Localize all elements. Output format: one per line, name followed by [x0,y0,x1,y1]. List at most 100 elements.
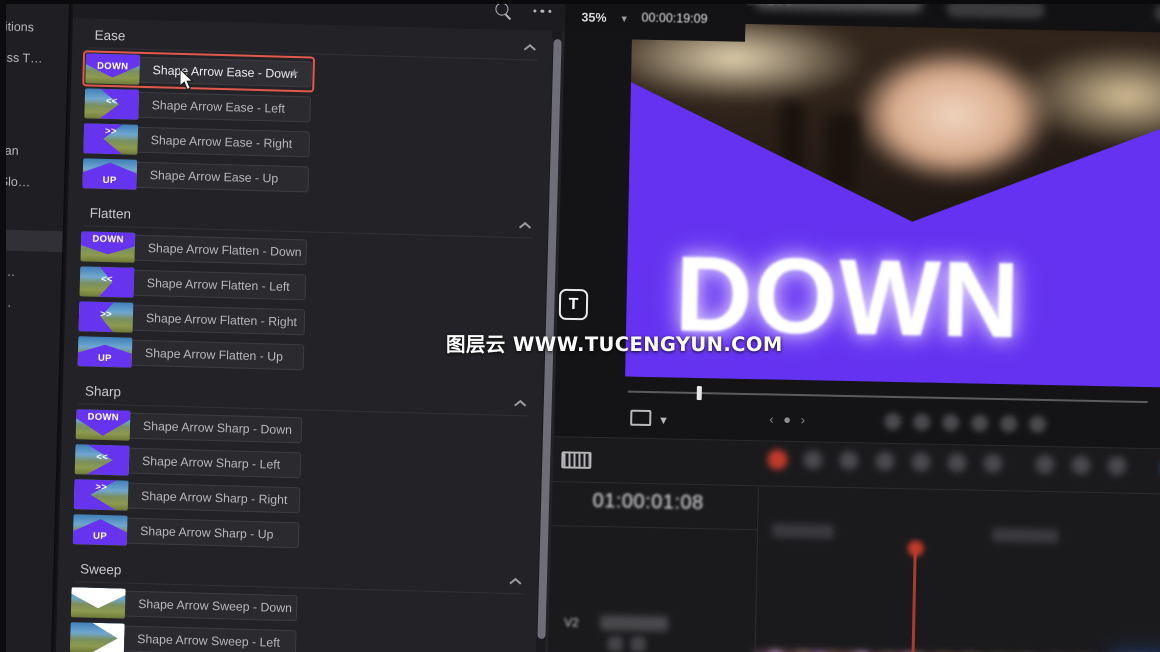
crop-icon[interactable] [630,409,652,427]
effect-item[interactable]: DOWN Shape Arrow Sharp - Down [75,409,303,445]
window-left-frame [0,0,6,652]
effect-name-box[interactable]: Shape Arrow Sharp - Left [126,447,302,479]
effect-item[interactable]: UP Shape Arrow Sharp - Up [72,514,300,550]
effect-item[interactable]: << Shape Arrow Ease - Left [84,88,311,124]
viewer-and-timeline-stage: GR ST F DOWN ▾ ‹ ● › [541,0,1160,652]
effect-thumbnail: >> [83,123,139,155]
chevron-up-icon[interactable] [514,397,525,408]
effect-item[interactable]: UP Shape Arrow Ease - Up [82,158,310,194]
preview-subject-detail-2 [824,113,859,191]
text-plus-tool-icon[interactable]: T [558,288,589,321]
effect-name-box[interactable]: Shape Arrow Flatten - Left [131,269,307,301]
chevron-up-icon[interactable] [518,219,529,230]
text-plus-glyph: T [568,295,579,313]
effect-name-box[interactable]: Shape Arrow Sweep - Left [121,625,297,652]
effect-thumbnail-label: UP [92,530,108,543]
timeline-right-buttons[interactable] [1035,454,1127,476]
timeline-clip-label-1[interactable] [771,523,835,539]
effect-item[interactable]: >> Shape Arrow Sharp - Right [73,479,301,515]
effect-name-box[interactable]: Shape Arrow Flatten - Up [129,339,305,371]
effects-group: Flatten DOWN Shape Arrow Flatten - Down << S… [63,196,548,387]
effect-name: Shape Arrow Ease - Right [150,133,293,151]
chevron-up-icon[interactable] [523,41,534,52]
timeline-tool-button[interactable] [803,450,823,470]
effect-item[interactable]: Shape Arrow Sweep - Down [70,587,298,623]
effect-name-box[interactable]: Shape Arrow Ease - Left [136,91,311,123]
effect-item[interactable]: DOWN Shape Arrow Ease - Down ★ [82,50,316,93]
effect-item[interactable]: >> Shape Arrow Flatten - Right [78,301,306,337]
effect-item[interactable]: UP Shape Arrow Flatten - Up [77,336,305,372]
timeline-track-buttons[interactable] [607,636,646,652]
timeline-tool-button[interactable] [947,453,967,473]
effect-thumbnail [69,622,125,652]
keyframe-nav-icon[interactable]: ‹ ● › [769,411,808,427]
effect-name: Shape Arrow Flatten - Down [147,241,302,260]
effect-name-box[interactable]: Shape Arrow Flatten - Down [132,234,308,266]
effect-thumbnail: DOWN [80,231,136,263]
viewer-tab-ghost-2[interactable] [1154,4,1160,23]
effect-name: Shape Arrow Flatten - Right [145,311,298,330]
timeline-clip-label-2[interactable] [991,527,1059,544]
effect-item[interactable]: >> Shape Arrow Ease - Right [83,123,311,159]
effects-list-scroll-area[interactable]: Ease DOWN Shape Arrow Ease - Down ★ << Shape … [55,0,566,652]
chevron-down-icon[interactable]: ▾ [621,12,627,25]
effect-name: Shape Arrow Sweep - Left [137,631,281,650]
transport-button[interactable] [971,414,989,432]
record-icon[interactable] [767,449,788,470]
scrubber-track[interactable] [627,390,1148,404]
zoom-level-value[interactable]: 35% [581,10,606,25]
timeline-track-name[interactable] [600,615,669,632]
effect-thumbnail-label: << [105,95,118,108]
transport-button[interactable] [913,413,931,431]
effect-name-box[interactable]: Shape Arrow Flatten - Right [130,304,306,336]
chevron-up-icon[interactable] [509,575,520,586]
effect-item[interactable]: << Shape Arrow Flatten - Left [79,266,307,302]
timeline-right-button[interactable] [1071,455,1091,475]
effect-name: Shape Arrow Sharp - Up [139,523,274,542]
transport-button[interactable] [942,413,960,432]
timeline-tool-button[interactable] [983,453,1003,474]
effect-thumbnail: DOWN [85,53,141,85]
timeline-strip-icon[interactable] [561,451,592,469]
timeline-playhead[interactable] [910,546,917,652]
timeline-tool-button[interactable] [875,451,895,471]
effect-thumbnail: >> [78,301,134,333]
effect-name-box[interactable]: Shape Arrow Sweep - Down [122,590,298,622]
timeline-right-button[interactable] [1035,454,1055,475]
effect-thumbnail-label: DOWN [92,233,124,246]
effect-name-box[interactable]: Shape Arrow Sharp - Up [124,517,300,549]
transport-buttons[interactable] [884,412,1047,434]
track-lock-button[interactable] [607,636,623,652]
timeline-playhead-handle[interactable] [907,540,924,557]
scrubber-playhead[interactable] [696,386,702,401]
track-mute-button[interactable] [630,636,646,652]
timeline-header-split [754,487,759,652]
effects-grid: DOWN Shape Arrow Ease - Down ★ << Shape Arro… [68,50,552,209]
effect-name-box[interactable]: Shape Arrow Ease - Down [137,56,312,88]
effect-item[interactable]: DOWN Shape Arrow Flatten - Down [80,231,308,267]
transport-button[interactable] [884,412,902,431]
favorite-star-icon[interactable]: ★ [289,66,300,80]
effect-name: Shape Arrow Flatten - Up [144,346,284,364]
sidebar-item-label: amless T… [0,49,43,66]
viewer-timecode: 00:00:19:09 [641,10,708,26]
effect-name-box[interactable]: Shape Arrow Sharp - Right [125,482,301,514]
chevron-down-icon[interactable]: ▾ [660,412,667,428]
timeline-tool-button[interactable] [911,452,931,472]
timeline-selection-highlight [1110,648,1160,652]
timeline-tool-button[interactable] [839,450,859,471]
effect-name-box[interactable]: Shape Arrow Ease - Up [134,161,310,193]
effect-thumbnail-label: >> [100,308,113,321]
effect-name: Shape Arrow Flatten - Left [146,276,290,294]
effect-name: Shape Arrow Ease - Up [149,168,279,186]
transport-button[interactable] [1029,415,1047,434]
effect-name-box[interactable]: Shape Arrow Ease - Right [135,126,311,158]
timeline-tool-buttons[interactable] [803,450,1003,474]
transport-button[interactable] [1000,415,1018,433]
effect-thumbnail: UP [77,336,133,368]
effect-item[interactable]: Shape Arrow Sweep - Left [69,622,297,652]
timeline-timecode: 01:00:01:08 [592,489,704,515]
timeline-right-button[interactable] [1107,456,1127,476]
effect-name-box[interactable]: Shape Arrow Sharp - Down [127,412,303,444]
effect-item[interactable]: << Shape Arrow Sharp - Left [74,444,302,480]
